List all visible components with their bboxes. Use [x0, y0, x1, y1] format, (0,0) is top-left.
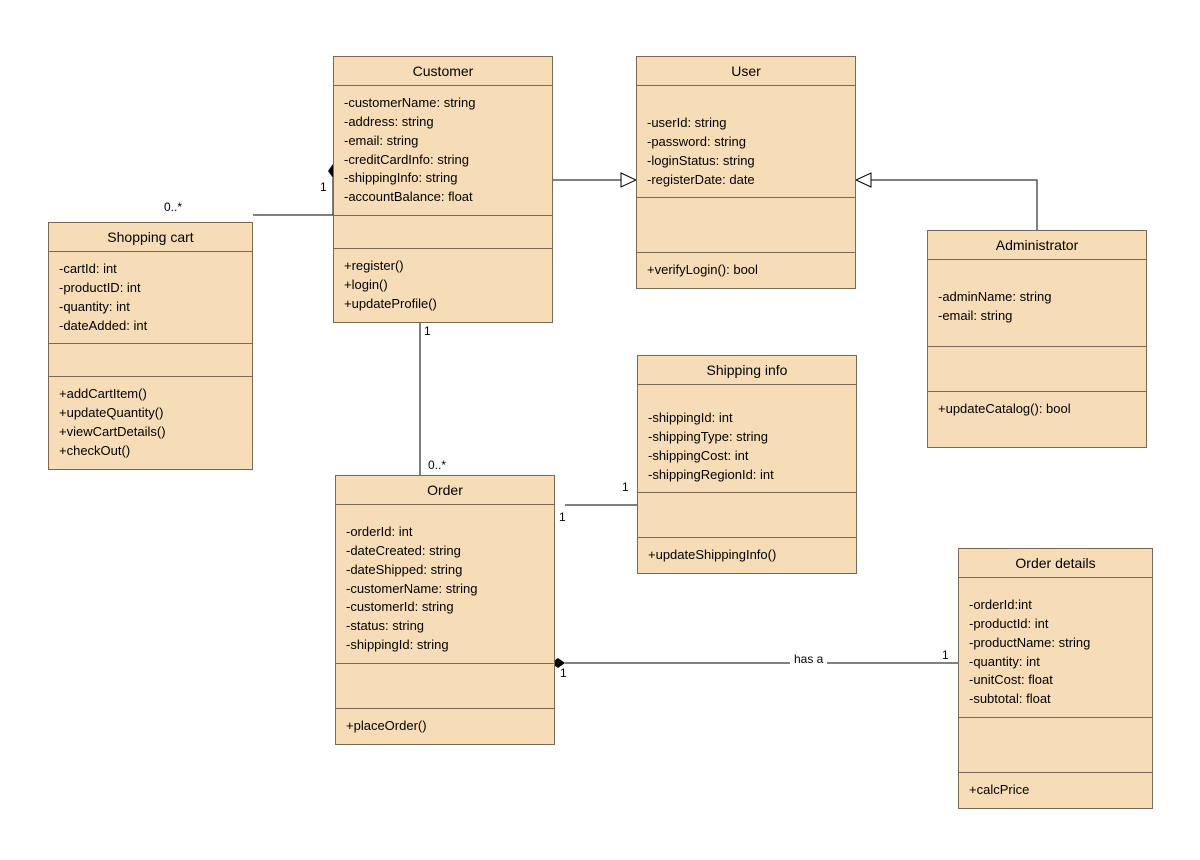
- attribute: -address: string: [344, 113, 542, 132]
- attribute: -creditCardInfo: string: [344, 151, 542, 170]
- attribute: -dateAdded: int: [59, 317, 242, 336]
- class-methods: +placeOrder(): [336, 709, 554, 744]
- class-attributes: -orderId: int -dateCreated: string -date…: [336, 505, 554, 664]
- attribute: -shippingInfo: string: [344, 169, 542, 188]
- attribute: -shippingId: string: [346, 636, 544, 655]
- attribute: -shippingId: int: [648, 409, 846, 428]
- class-methods: +updateCatalog(): bool: [928, 392, 1146, 447]
- attribute: -password: string: [647, 133, 845, 152]
- class-methods: +addCartItem() +updateQuantity() +viewCa…: [49, 377, 252, 468]
- attribute: -shippingType: string: [648, 428, 846, 447]
- class-attributes: -cartId: int -productID: int -quantity: …: [49, 252, 252, 344]
- method: +calcPrice: [969, 781, 1142, 800]
- class-shipping-info[interactable]: Shipping info -shippingId: int -shipping…: [637, 355, 857, 574]
- class-customer[interactable]: Customer -customerName: string -address:…: [333, 56, 553, 323]
- class-title: Administrator: [928, 231, 1146, 260]
- method: +register(): [344, 257, 542, 276]
- attribute: -adminName: string: [938, 288, 1136, 307]
- method: +placeOrder(): [346, 717, 544, 736]
- attribute: -orderId: int: [346, 523, 544, 542]
- class-attributes: -userId: string -password: string -login…: [637, 86, 855, 198]
- attribute: -dateCreated: string: [346, 542, 544, 561]
- class-attributes: -adminName: string -email: string: [928, 260, 1146, 347]
- attribute: -registerDate: date: [647, 171, 845, 190]
- attribute: -productId: int: [969, 615, 1142, 634]
- method: +updateCatalog(): bool: [938, 400, 1136, 419]
- attribute: -loginStatus: string: [647, 152, 845, 171]
- class-title: Order: [336, 476, 554, 505]
- attribute: -unitCost: float: [969, 671, 1142, 690]
- attribute: -accountBalance: float: [344, 188, 542, 207]
- relation-label: has a: [790, 652, 827, 666]
- class-order-details[interactable]: Order details -orderId:int -productId: i…: [958, 548, 1153, 809]
- method: +verifyLogin(): bool: [647, 261, 845, 280]
- attribute: -customerName: string: [346, 580, 544, 599]
- method: +addCartItem(): [59, 385, 242, 404]
- attribute: -productName: string: [969, 634, 1142, 653]
- method: +login(): [344, 276, 542, 295]
- multiplicity-label: 1: [560, 666, 567, 680]
- class-user[interactable]: User -userId: string -password: string -…: [636, 56, 856, 289]
- class-section-spacer: [334, 216, 552, 249]
- multiplicity-label: 0..*: [428, 458, 446, 472]
- multiplicity-label: 1: [559, 510, 566, 524]
- attribute: -email: string: [938, 307, 1136, 326]
- class-section-spacer: [49, 344, 252, 377]
- attribute: -email: string: [344, 132, 542, 151]
- class-attributes: -orderId:int -productId: int -productNam…: [959, 578, 1152, 718]
- class-shopping-cart[interactable]: Shopping cart -cartId: int -productID: i…: [48, 222, 253, 470]
- attribute: -customerId: string: [346, 598, 544, 617]
- class-title: Shipping info: [638, 356, 856, 385]
- class-section-spacer: [336, 664, 554, 709]
- method: +updateShippingInfo(): [648, 546, 846, 565]
- attribute: -orderId:int: [969, 596, 1142, 615]
- attribute: -userId: string: [647, 114, 845, 133]
- class-attributes: -shippingId: int -shippingType: string -…: [638, 385, 856, 493]
- attribute: -cartId: int: [59, 260, 242, 279]
- class-attributes: -customerName: string -address: string -…: [334, 86, 552, 216]
- method: +updateProfile(): [344, 295, 542, 314]
- class-title: User: [637, 57, 855, 86]
- class-methods: +calcPrice: [959, 773, 1152, 808]
- attribute: -quantity: int: [59, 298, 242, 317]
- class-section-spacer: [928, 347, 1146, 392]
- class-administrator[interactable]: Administrator -adminName: string -email:…: [927, 230, 1147, 448]
- class-section-spacer: [959, 718, 1152, 773]
- method: +updateQuantity(): [59, 404, 242, 423]
- multiplicity-label: 1: [622, 480, 629, 494]
- attribute: -status: string: [346, 617, 544, 636]
- class-methods: +verifyLogin(): bool: [637, 253, 855, 288]
- class-section-spacer: [637, 198, 855, 253]
- class-title: Shopping cart: [49, 223, 252, 252]
- method: +viewCartDetails(): [59, 423, 242, 442]
- class-methods: +updateShippingInfo(): [638, 538, 856, 573]
- class-methods: +register() +login() +updateProfile(): [334, 249, 552, 322]
- multiplicity-label: 1: [942, 648, 949, 662]
- attribute: -subtotal: float: [969, 690, 1142, 709]
- method: +checkOut(): [59, 442, 242, 461]
- attribute: -productID: int: [59, 279, 242, 298]
- class-section-spacer: [638, 493, 856, 538]
- class-title: Customer: [334, 57, 552, 86]
- attribute: -dateShipped: string: [346, 561, 544, 580]
- multiplicity-label: 1: [424, 324, 431, 338]
- attribute: -shippingRegionId: int: [648, 466, 846, 485]
- attribute: -quantity: int: [969, 653, 1142, 672]
- attribute: -shippingCost: int: [648, 447, 846, 466]
- multiplicity-label: 1: [320, 180, 327, 194]
- class-order[interactable]: Order -orderId: int -dateCreated: string…: [335, 475, 555, 745]
- class-title: Order details: [959, 549, 1152, 578]
- attribute: -customerName: string: [344, 94, 542, 113]
- multiplicity-label: 0..*: [164, 200, 182, 214]
